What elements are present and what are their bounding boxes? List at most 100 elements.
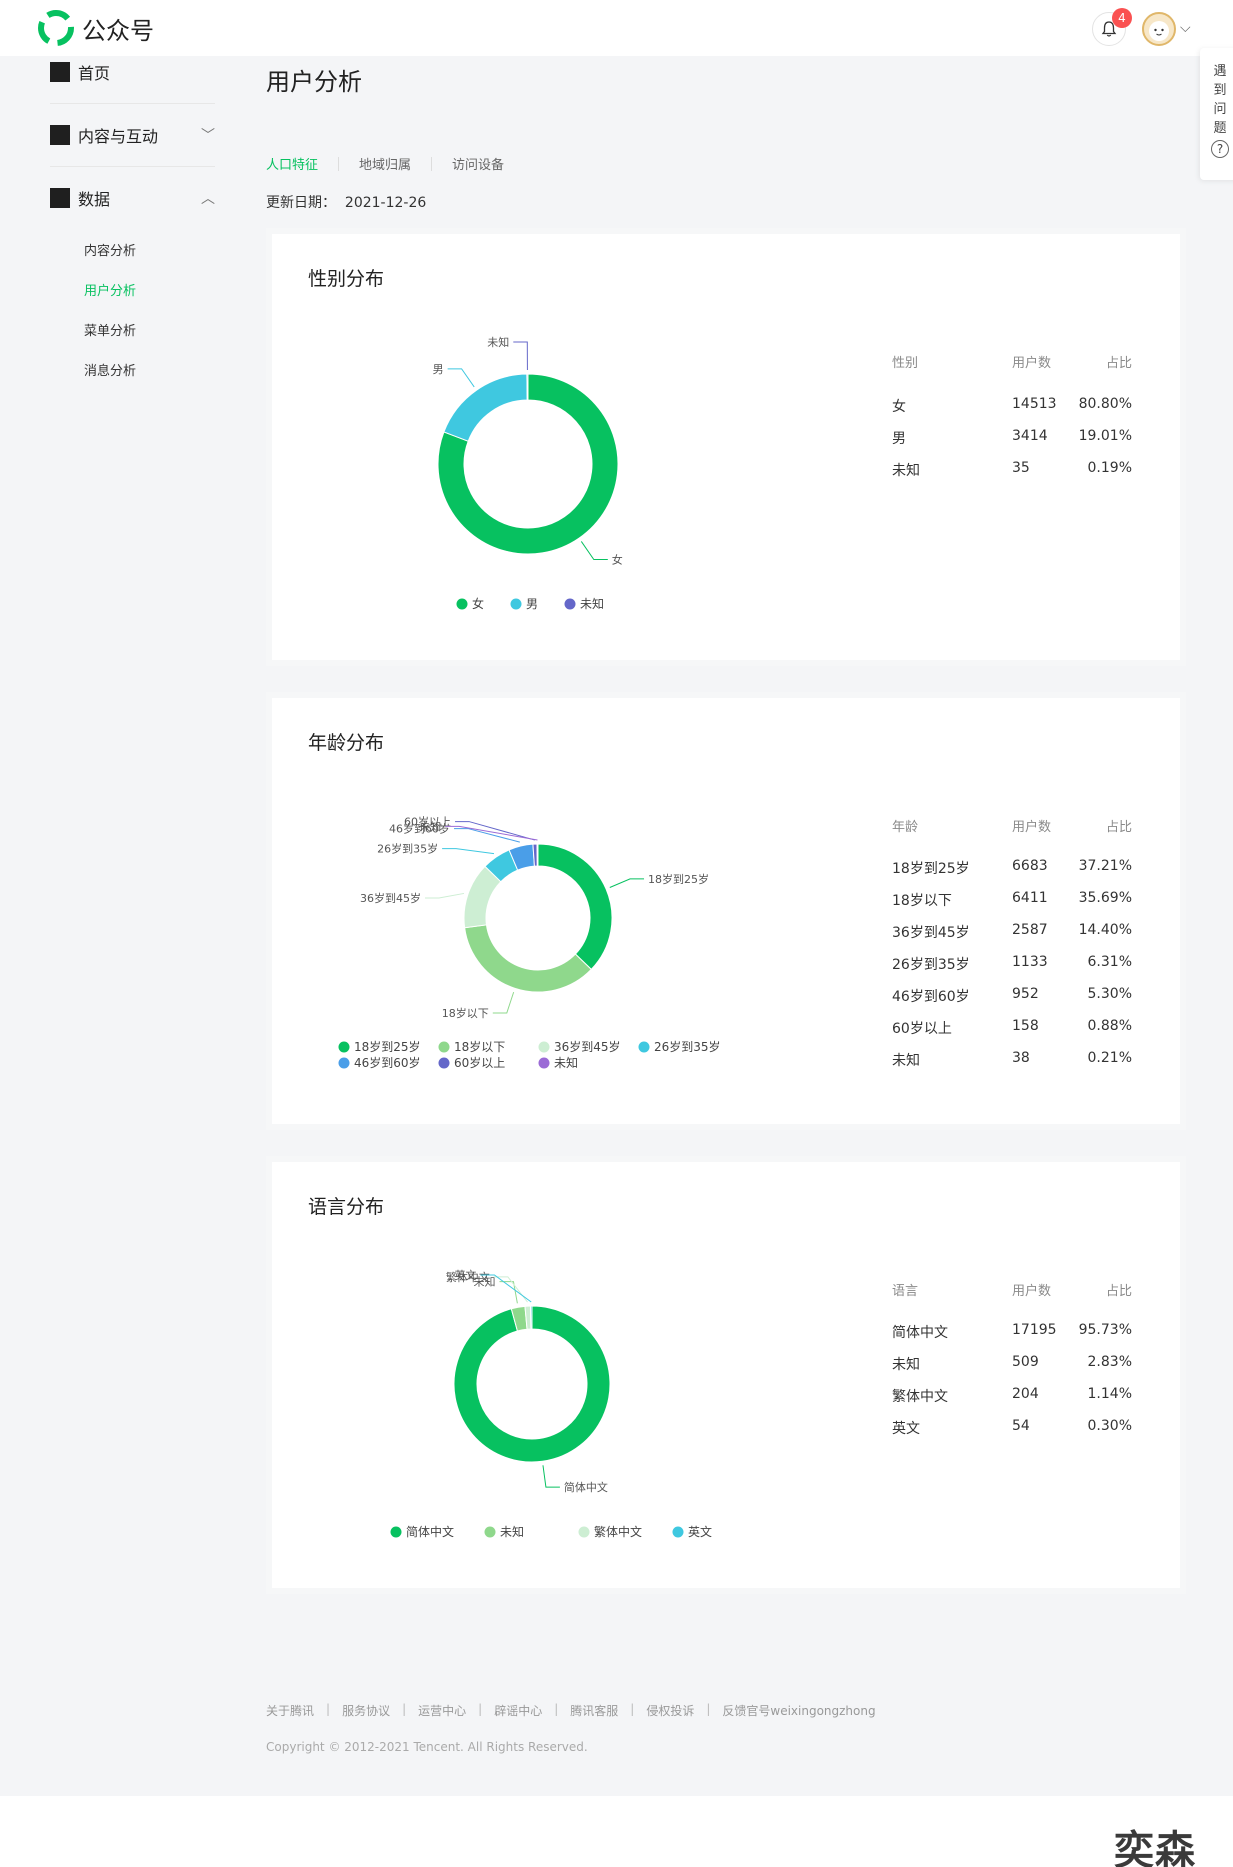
legend-label[interactable]: 男 (526, 597, 538, 611)
table-cell: 35.69% (1078, 890, 1132, 906)
legend-label[interactable]: 46岁到60岁 (354, 1055, 421, 1070)
sidebar-item-home[interactable]: 首页 (50, 52, 215, 92)
legend-label[interactable]: 繁体中文 (594, 1524, 642, 1539)
app-name: 公众号 (82, 16, 154, 45)
sidebar-item-content[interactable]: 内容与互动 ﹀ (50, 115, 215, 155)
table-cell: 26岁到35岁 (892, 957, 970, 973)
age-donut-chart: 18岁到25岁 18岁到25岁 18岁以下 18岁以下 36岁到45岁 36岁到45岁 26… (338, 815, 721, 1070)
app-logo[interactable]: 公众号 (38, 10, 154, 46)
legend-label[interactable]: 未知 (580, 597, 604, 611)
footer-link[interactable]: 服务协议 (342, 1702, 390, 1719)
table-cell: 未知 (892, 463, 920, 479)
table-header: 性别 (892, 356, 919, 371)
table-header: 年龄 (892, 820, 919, 835)
watermark: 奕森榕 (1114, 1828, 1196, 1867)
pie-slice[interactable] (537, 843, 613, 971)
chevron-down-icon[interactable]: ⌵ (1180, 20, 1191, 36)
tab-demographics[interactable]: 人口特征 (266, 154, 318, 173)
table-row: 女 14513 80.80% (892, 396, 1132, 420)
help-float-button[interactable]: 遇 到 问 题 ? (1200, 48, 1233, 180)
legend-label[interactable]: 36岁到45岁 (554, 1039, 621, 1054)
sidebar-item-label: 内容与互动 (78, 127, 159, 146)
table-cell: 0.88% (1087, 1018, 1132, 1034)
legend-label[interactable]: 女 (472, 596, 484, 611)
legend-marker[interactable] (564, 598, 576, 610)
footer-link[interactable]: 运营中心 (418, 1702, 466, 1719)
wechat-mp-logo-icon (38, 10, 74, 46)
slice-label: 女 (612, 553, 623, 567)
divider (50, 166, 215, 167)
legend-marker[interactable] (538, 1041, 550, 1053)
leader-line (424, 892, 465, 899)
tab-region[interactable]: 地域归属 (359, 154, 411, 173)
legend-marker[interactable] (538, 1057, 550, 1069)
legend-label[interactable]: 60岁以上 (454, 1055, 505, 1070)
legend-marker[interactable] (390, 1526, 402, 1538)
footer-link[interactable]: 侵权投诉 (646, 1702, 694, 1719)
slice-label: 未知 (419, 819, 441, 833)
legend-marker[interactable] (338, 1041, 350, 1053)
footer-link[interactable]: 腾讯客服 (570, 1702, 618, 1719)
table-row: 26岁到35岁 1133 6.31% (892, 954, 1132, 978)
table-cell: 37.21% (1078, 858, 1132, 874)
table-header: 用户数 (1012, 820, 1052, 835)
footer-link[interactable]: 关于腾讯 (266, 1702, 314, 1719)
table-cell: 46岁到60岁 (892, 989, 970, 1005)
footer-link[interactable]: 辟谣中心 (494, 1702, 542, 1719)
tab-device[interactable]: 访问设备 (452, 154, 504, 173)
table-cell: 14513 (1012, 396, 1057, 412)
legend-marker[interactable] (338, 1057, 350, 1069)
language-donut-chart: 简体中文简体中文未知未知繁体中文繁体中文英文英文 (390, 1268, 712, 1539)
table-header: 占比 (1105, 356, 1132, 371)
legend-marker[interactable] (484, 1526, 496, 1538)
data-icon (50, 188, 70, 208)
table-cell: 60岁以上 (892, 1021, 952, 1037)
legend-label[interactable]: 简体中文 (406, 1524, 454, 1539)
legend-marker[interactable] (438, 1041, 450, 1053)
pie-slice[interactable] (526, 373, 529, 401)
table-header: 占比 (1105, 820, 1132, 835)
legend-marker[interactable] (672, 1526, 684, 1538)
leader-line (493, 1276, 528, 1303)
legend-label[interactable]: 18岁到25岁 (354, 1039, 421, 1054)
legend-label[interactable]: 未知 (500, 1525, 524, 1539)
legend-label[interactable]: 未知 (554, 1056, 578, 1070)
table-cell: 6683 (1012, 858, 1048, 874)
footer-links: 关于腾讯 | 服务协议 | 运营中心 | 辟谣中心 | 腾讯客服 | 侵权投诉 | 反馈官号… (266, 1702, 876, 1719)
table-cell: 0.21% (1087, 1050, 1132, 1066)
pie-slice[interactable] (443, 373, 528, 442)
legend-marker[interactable] (456, 598, 468, 610)
table-cell: 18岁以下 (892, 893, 952, 909)
table-cell: 简体中文 (892, 1325, 948, 1341)
page-title: 用户分析 (266, 68, 362, 96)
sidebar-subitem-message-analysis[interactable]: 消息分析 (84, 360, 136, 379)
legend-marker[interactable] (578, 1526, 590, 1538)
legend-label[interactable]: 26岁到35岁 (654, 1039, 721, 1054)
table-cell: 6411 (1012, 890, 1048, 906)
legend-marker[interactable] (510, 598, 522, 610)
sidebar-subitem-user-analysis[interactable]: 用户分析 (84, 280, 136, 299)
table-cell: 952 (1012, 986, 1039, 1002)
legend-label[interactable]: 英文 (688, 1524, 712, 1539)
table-cell: 2.83% (1087, 1354, 1132, 1370)
avatar[interactable] (1142, 12, 1176, 46)
table-cell: 3414 (1012, 428, 1048, 444)
legend-marker[interactable] (638, 1041, 650, 1053)
help-text: 问 (1213, 102, 1227, 117)
table-cell: 17195 (1012, 1322, 1057, 1338)
slice-label: 英文 (454, 1268, 476, 1282)
pie-slice[interactable] (464, 924, 592, 993)
update-date-value: 2021-12-26 (344, 195, 427, 211)
leader-line (609, 878, 645, 888)
pie-slice[interactable] (530, 1305, 533, 1330)
legend-label[interactable]: 18岁以下 (454, 1039, 505, 1054)
pie-slice[interactable] (536, 843, 539, 867)
table-cell: 繁体中文 (892, 1389, 948, 1405)
chevron-up-icon: ︿ (201, 191, 215, 207)
footer-link[interactable]: 反馈官号weixingongzhong (722, 1702, 875, 1719)
home-icon (50, 62, 70, 82)
sidebar-subitem-content-analysis[interactable]: 内容分析 (84, 240, 136, 259)
sidebar-subitem-menu-analysis[interactable]: 菜单分析 (84, 320, 136, 339)
legend-marker[interactable] (438, 1057, 450, 1069)
sidebar-item-data[interactable]: 数据 ︿ (50, 178, 215, 218)
